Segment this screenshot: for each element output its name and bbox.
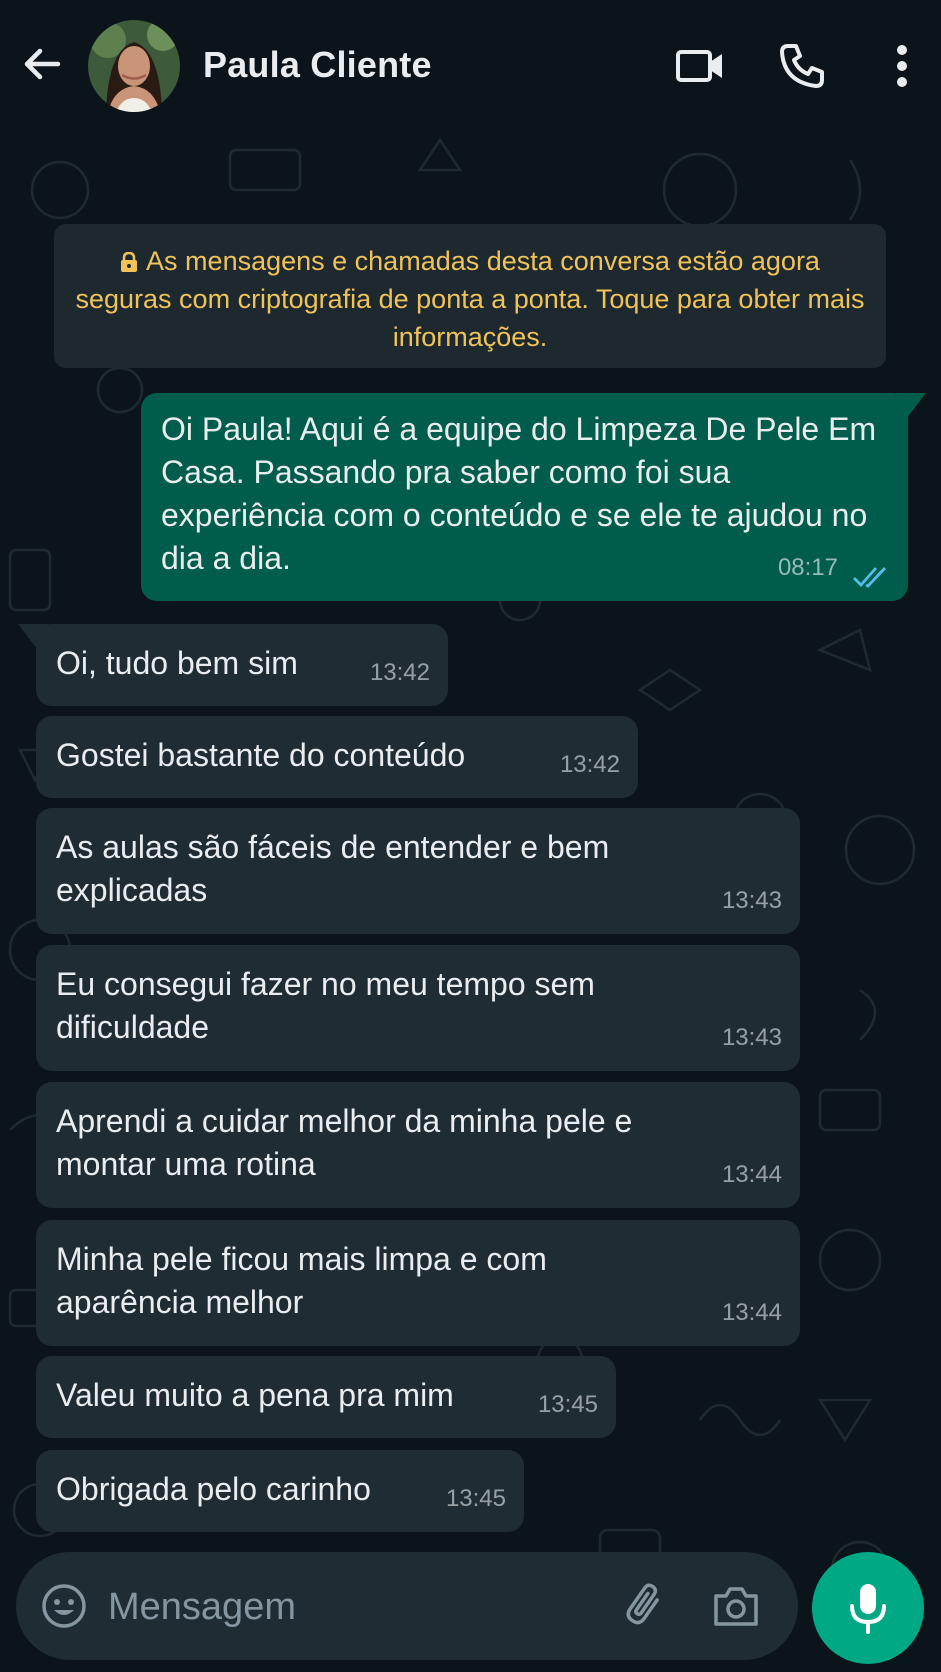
encryption-notice[interactable]: As mensagens e chamadas desta conversa e…: [54, 224, 886, 368]
more-vertical-icon[interactable]: [876, 40, 928, 92]
message-time: 13:42: [369, 659, 430, 686]
chat-screen: Paula Cliente As mensagens e chamadas de…: [0, 0, 941, 1672]
read-ticks-icon: [853, 567, 887, 588]
message-bubble-incoming[interactable]: Aprendi a cuidar melhor da minha pele e …: [36, 1082, 800, 1208]
message-bubble-incoming[interactable]: Minha pele ficou mais limpa e com aparên…: [36, 1220, 800, 1346]
message-text: Aprendi a cuidar melhor da minha pele e …: [56, 1103, 633, 1182]
message-input[interactable]: [106, 1572, 590, 1642]
message-text: Gostei bastante do conteúdo: [56, 737, 466, 773]
message-time: 13:44: [721, 1299, 782, 1326]
video-camera-icon[interactable]: [674, 40, 726, 92]
arrow-left-icon[interactable]: [20, 42, 64, 86]
message-bubble-incoming[interactable]: As aulas são fáceis de entender e bem ex…: [36, 808, 800, 934]
message-bubble-outgoing[interactable]: Oi Paula! Aqui é a equipe do Limpeza De …: [141, 393, 926, 601]
message-text: Obrigada pelo carinho: [56, 1471, 371, 1507]
message-time: 13:45: [537, 1391, 598, 1418]
message-time: 13:44: [721, 1161, 782, 1188]
message-time: 13:42: [559, 751, 620, 778]
message-bubble-incoming[interactable]: Valeu muito a pena pra mim 13:45: [36, 1356, 616, 1438]
message-text: Minha pele ficou mais limpa e com aparên…: [56, 1241, 547, 1320]
message-time: 13:45: [445, 1485, 506, 1512]
message-bubble-incoming[interactable]: Eu consegui fazer no meu tempo sem dific…: [36, 945, 800, 1071]
message-text: As aulas são fáceis de entender e bem ex…: [56, 829, 610, 908]
bubble-tail: [896, 393, 926, 419]
phone-icon[interactable]: [776, 40, 828, 92]
microphone-button[interactable]: [812, 1552, 924, 1664]
chat-header: Paula Cliente: [0, 0, 941, 130]
camera-icon[interactable]: [710, 1580, 762, 1632]
emoji-icon[interactable]: [40, 1582, 88, 1630]
microphone-icon: [850, 1584, 886, 1634]
message-composer: [16, 1552, 798, 1660]
avatar[interactable]: [88, 20, 180, 112]
message-time: 08:17: [777, 554, 838, 581]
bubble-tail: [18, 624, 48, 650]
avatar-image: [88, 20, 180, 112]
contact-name[interactable]: Paula Cliente: [203, 44, 432, 86]
message-bubble-incoming[interactable]: Oi, tudo bem sim 13:42: [18, 624, 448, 706]
encryption-notice-text: As mensagens e chamadas desta conversa e…: [75, 246, 865, 352]
message-bubble-incoming[interactable]: Obrigada pelo carinho 13:45: [36, 1450, 524, 1532]
lock-icon: [121, 252, 138, 272]
message-text: Eu consegui fazer no meu tempo sem dific…: [56, 966, 595, 1045]
message-time: 13:43: [721, 1024, 782, 1051]
message-text: Valeu muito a pena pra mim: [56, 1377, 454, 1413]
message-time: 13:43: [721, 887, 782, 914]
message-bubble-incoming[interactable]: Gostei bastante do conteúdo 13:42: [36, 716, 638, 798]
paperclip-icon[interactable]: [620, 1580, 672, 1632]
